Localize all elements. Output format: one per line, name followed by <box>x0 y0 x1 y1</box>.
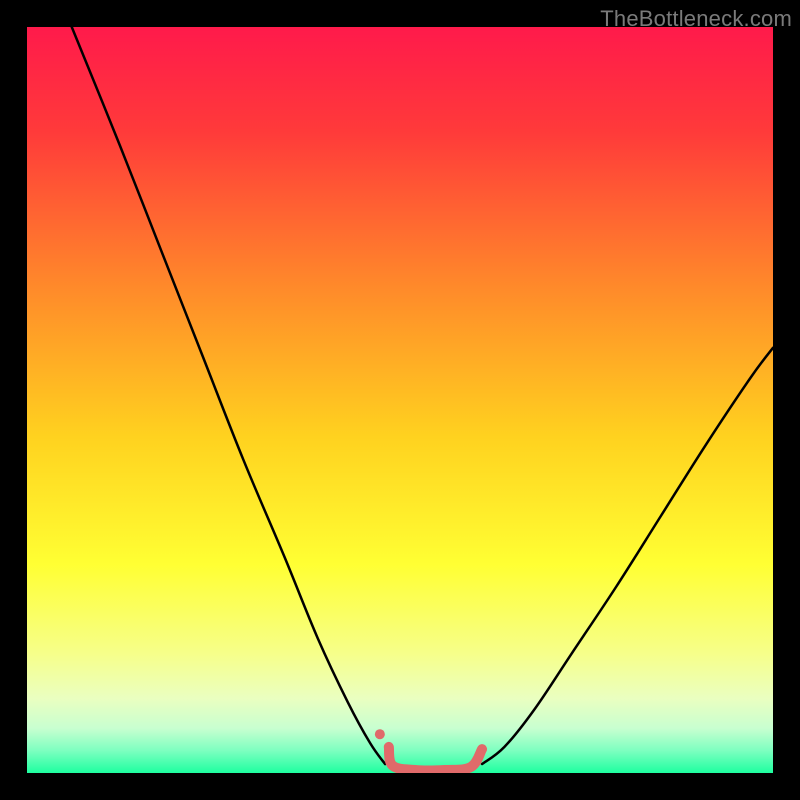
bottleneck-chart <box>27 27 773 773</box>
pink-dot <box>375 729 385 739</box>
chart-frame <box>27 27 773 773</box>
chart-background <box>27 27 773 773</box>
watermark-text: TheBottleneck.com <box>600 6 792 32</box>
